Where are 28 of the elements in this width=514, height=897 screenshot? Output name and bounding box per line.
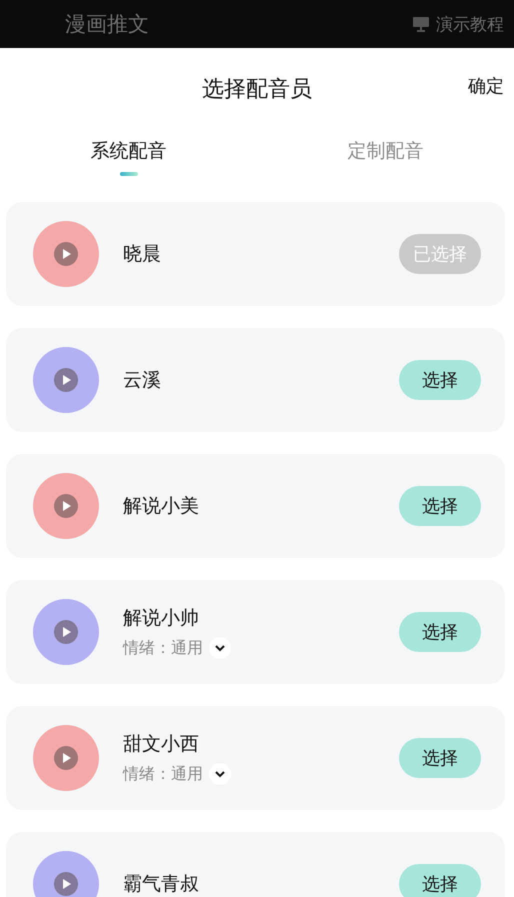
play-icon[interactable] — [54, 242, 78, 266]
play-icon[interactable] — [54, 494, 78, 518]
voice-name: 霸气青叔 — [123, 872, 200, 897]
voice-name: 解说小帅 — [123, 606, 200, 631]
confirm-button[interactable]: 确定 — [468, 74, 504, 98]
voice-name: 甜文小西 — [123, 732, 200, 757]
tab-indicator — [120, 172, 138, 176]
chevron-down-icon[interactable] — [209, 763, 231, 785]
tutorial-link[interactable]: 演示教程 — [412, 12, 504, 36]
page-title: 漫画推文 — [65, 11, 149, 38]
emotion-label: 情绪：通用 — [123, 764, 203, 784]
play-icon[interactable] — [54, 368, 78, 392]
sheet-title: 选择配音员 — [202, 76, 312, 104]
play-icon[interactable] — [54, 746, 78, 770]
voice-name: 晓晨 — [123, 242, 162, 267]
voice-name: 云溪 — [123, 368, 162, 393]
tab[interactable]: 系统配音 — [90, 138, 166, 164]
select-button[interactable]: 选择 — [399, 486, 481, 526]
select-button[interactable]: 选择 — [399, 360, 481, 400]
select-button[interactable]: 选择 — [399, 864, 481, 897]
select-button[interactable]: 选择 — [399, 738, 481, 778]
emotion-label: 情绪：通用 — [123, 638, 203, 658]
play-icon[interactable] — [54, 872, 78, 896]
select-button[interactable]: 选择 — [399, 612, 481, 652]
voice-name: 解说小美 — [123, 494, 200, 519]
monitor-icon — [412, 16, 430, 32]
play-icon[interactable] — [54, 620, 78, 644]
chevron-down-icon[interactable] — [209, 637, 231, 659]
